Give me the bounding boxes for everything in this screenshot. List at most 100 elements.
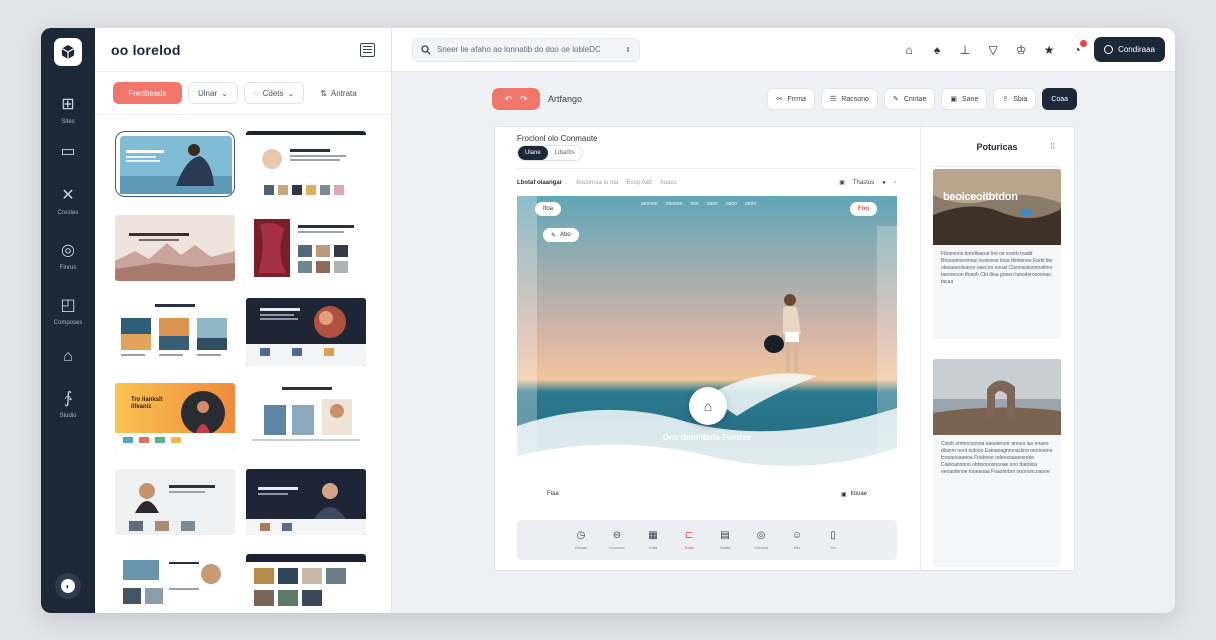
hero-cta-button[interactable]: ⌂ [689,387,727,425]
search-input[interactable]: Sneer lie afaho ao lonnatib do doo oe lo… [437,45,619,54]
rail-item-monitor[interactable]: ▭ [60,143,75,161]
help-button[interactable]: ◐ [55,573,81,599]
tool-resize-button[interactable]: ☰ Racsono [821,88,878,110]
template-preview [120,136,232,194]
template-card[interactable] [115,298,235,366]
filter-cdets-dropdown[interactable]: ◌ Cdets ⌄ [243,82,305,104]
property-card-text: Fboeonoo tinndleaoar lno oe eoorb inadd … [941,251,1053,285]
subnav-themes[interactable]: Thastos [853,180,874,186]
template-preview [123,560,221,604]
image-icon: ▣ [840,491,847,498]
rail-item-sites[interactable]: ⊞ Sites [61,96,74,125]
tool-share-button[interactable]: ⇪ Sbia [993,88,1037,110]
subnav-title[interactable]: Lbotaf oiaangar [517,180,562,186]
link-icon: ⚯ [776,96,783,103]
chevron-down-icon: ⌄ [287,88,295,98]
hero-chip-right[interactable]: Foo [850,202,877,216]
tool-frame-button[interactable]: ⚯ Frrma [767,88,816,110]
share-icon: ⇪ [1002,96,1009,103]
top-bar: Sneer lie afaho ao lonnatib do doo oe lo… [392,28,1175,72]
panel-menu-icon[interactable] [360,42,375,57]
grid-dots-icon[interactable]: ⁞⁞ [1051,142,1055,151]
template-card[interactable] [115,554,235,613]
panel-header: oo lorelod [95,28,391,72]
tool-content-button[interactable]: ✎ Cnntae [883,88,936,110]
page-subnav: Lbotaf oiaangar Aooornsa to ota Eosp Aat… [517,179,896,187]
hero-chip-bottom-right[interactable]: ▣ Ilooae [832,487,875,501]
publish-button[interactable]: Coaa [1042,88,1077,110]
crown-icon[interactable]: ♔ [1014,43,1028,57]
block-tray: ◷ Cleaarl ⊖ Coumsd ▦ Ctdd ⊏ Tonlo ▤ Caata ◎ Co… [517,520,897,560]
tray-item-briefcase[interactable]: ▤ Caata [714,530,736,550]
notification-dot [1080,39,1088,47]
help-icon: ◐ [61,579,75,593]
rail-item-crestes[interactable]: ✕ Crestes [58,187,79,216]
view-toggle-off[interactable]: Ldtarbs [548,146,582,160]
hero-chip-second[interactable]: ✎ Abo [543,228,579,242]
subnav-item[interactable]: Aooornsa to ota [576,180,618,186]
template-card[interactable] [246,383,366,451]
template-card[interactable] [246,215,366,281]
user-icon[interactable]: ⊥ [958,43,972,57]
filter-ulnar-dropdown[interactable]: Ulnar ⌄ [188,82,238,104]
undo-redo-button[interactable]: ↶ ↷ [492,88,540,110]
tray-item-eye[interactable]: ⊖ Coumsd [606,530,628,550]
hero-chip-left[interactable]: Ifoa [535,202,562,216]
tool-save-button[interactable]: ▣ Sane [941,88,988,110]
view-toggle-on[interactable]: Ulane [518,146,548,160]
clock-icon: ◷ [576,530,586,541]
notifications-icon[interactable]: ◔ [1070,39,1088,57]
tray-item-bookmark[interactable]: ▯ Ha [822,530,844,550]
subnav-item[interactable]: Eosp Aatl [626,180,651,186]
rail-item-store[interactable]: ⌂ [63,348,73,366]
hero-chip-bottom-left[interactable]: Fiaa [539,487,567,501]
star-icon[interactable]: ★ [1042,43,1056,57]
template-card[interactable] [115,131,235,197]
template-card[interactable] [246,131,366,197]
rail-item-finrus[interactable]: ◎ Finrus [60,242,77,271]
hero-nav: aeoooe oooaoo ooo oaoo oooo oooo [641,201,757,207]
globe-icon: ◎ [756,530,766,541]
template-card[interactable] [246,298,366,366]
search-bar[interactable]: Sneer lie afaho ao lonnatib do doo oe lo… [412,37,640,62]
hero-section[interactable]: Ifoa aeoooe oooaoo ooo oaoo oooo oooo Fo… [517,196,897,512]
template-card[interactable] [246,469,366,535]
subnav-item[interactable]: Aoaos [660,180,677,186]
panel-title: oo lorelod [111,41,181,58]
tool-group: ⚯ Frrma ☰ Racsono ✎ Cnntae ▣ Sane ⇪ Sbia Coaa [767,88,1077,110]
template-card[interactable] [246,554,366,613]
tray-item-clock[interactable]: ◷ Cleaarl [570,530,592,550]
connect-button[interactable]: Condiraaa [1094,37,1165,62]
sort-icon[interactable]: ⇕ [625,46,631,54]
search-icon [421,44,431,54]
rail-item-studio[interactable]: ∱ Studio [59,390,76,419]
tray-item-smile[interactable]: ☺ Etis [786,530,808,550]
tray-item-globe[interactable]: ◎ Cotoeal [750,530,772,550]
layers-icon: ☰ [830,96,837,103]
filter-primary-button[interactable]: Fredbeadk [113,82,182,104]
tray-item-calendar[interactable]: ▦ Ctdd [642,530,664,550]
template-card[interactable] [115,469,235,535]
app-logo[interactable] [54,38,82,66]
hero-image [517,196,897,512]
pin-icon[interactable]: ● [882,180,886,186]
fire-icon[interactable]: ♠ [930,43,944,57]
template-card[interactable]: Tro llankslt lifeaniz [115,383,235,451]
cup-icon[interactable]: ▽ [986,43,1000,57]
template-preview [254,219,354,277]
filter-antrata-label: Antrata [330,88,357,98]
home-icon[interactable]: ⌂ [902,43,916,57]
cube-icon [61,45,75,59]
image-icon[interactable]: ▣ [839,179,845,186]
more-icon[interactable]: ▫ [894,180,896,186]
filter-antrata-button[interactable]: ⇅ Antrata [310,82,367,104]
property-card-image [933,359,1061,435]
page-preview: Froclonl olo Conmaute Ulane Ldtarbs Lbot… [495,127,921,570]
tray-item-brand[interactable]: ⊏ Tonlo [678,530,700,550]
properties-header: Poturicas ⁞⁞ [933,127,1061,167]
property-card[interactable]: Cioob onmocoonoa oaoetenorr annou lao en… [933,359,1061,567]
template-card[interactable] [115,215,235,281]
rail-item-composes[interactable]: ◰ Composes [54,297,83,326]
property-card[interactable]: beoiceoitbtdon Fboeonoo tinndleaoar lno … [933,169,1061,339]
view-toggle[interactable]: Ulane Ldtarbs [517,145,583,161]
